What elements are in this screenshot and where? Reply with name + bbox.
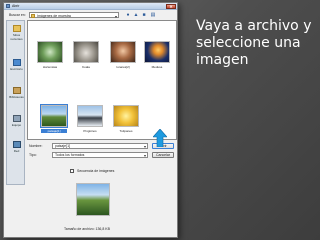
back-icon[interactable]: ● [125,12,131,18]
place-label: Sitios recientes [10,33,23,41]
network-icon [12,141,21,148]
place-label: Red [13,149,20,153]
dialog-titlebar[interactable]: Abrir ✕ [4,3,177,10]
computer-icon [12,115,21,122]
file-item[interactable]: Pingüinos [77,105,103,133]
dialog-title: Abrir [12,4,20,8]
sequence-checkbox-label: Secuencia de imágenes [76,169,115,173]
koala-image-icon [73,41,99,63]
file-name: Koala [82,65,90,69]
folder-icon [31,14,35,18]
place-recent[interactable]: Sitios recientes [7,25,26,41]
dialog-toolbar: Buscar en: Imágenes de muestra ▾ ● ▲ ■ ▤ [4,11,177,19]
file-name: paisaje[1] [41,129,67,133]
filename-value: paisaje[1] [55,144,70,148]
open-file-dialog: Abrir ✕ Buscar en: Imágenes de muestra ▾… [3,2,178,238]
place-label: Bibliotecas [9,95,24,99]
portrait-image-icon [110,41,136,63]
file-item[interactable]: Tulipanes [113,105,139,133]
chevron-down-icon: ▾ [114,13,117,19]
file-name: Pingüinos [83,129,97,133]
file-item-selected[interactable]: paisaje[1] [40,104,68,133]
chevron-down-icon: ▾ [143,144,146,149]
place-label: Equipo [11,123,22,127]
look-in-select[interactable]: Imágenes de muestra ▾ [29,12,119,19]
view-menu-icon[interactable]: ▤ [150,12,156,18]
place-desktop[interactable]: Escritorio [7,59,26,71]
new-folder-icon[interactable]: ■ [141,12,147,18]
place-network[interactable]: Red [7,141,26,153]
hint-arrow-icon [153,129,167,147]
tulips-image-icon [113,105,139,127]
sequence-checkbox[interactable] [70,169,74,174]
file-item[interactable]: Hortensias [37,41,63,69]
file-list[interactable]: Hortensias Koala lunares[2] Medusa paisa… [27,20,177,140]
jellyfish-image-icon [144,41,170,63]
instruction-caption: Vaya a archivo y seleccione una imagen [196,18,312,68]
sequence-checkbox-row[interactable]: Secuencia de imágenes [70,169,115,174]
recent-places-icon [12,25,21,32]
landscape-image-icon [40,104,68,128]
file-name: Medusa [151,65,163,69]
filetype-label: Tipo: [29,153,37,157]
desktop-icon [12,59,21,66]
close-button[interactable]: ✕ [166,3,176,9]
chevron-down-icon: ▾ [143,153,146,158]
flower-image-icon [37,41,63,63]
file-item[interactable]: Medusa [144,41,170,69]
file-item[interactable]: lunares[2] [110,41,136,69]
image-preview [76,183,110,216]
up-folder-icon[interactable]: ▲ [133,12,139,18]
app-icon [6,4,10,8]
look-in-label: Buscar en: [9,13,26,17]
filetype-value: Todos los formatos [55,153,85,157]
filename-label: Nombre: [29,144,43,148]
penguins-image-icon [77,105,103,127]
place-label: Escritorio [10,67,23,71]
cancel-button[interactable]: Cancelar [152,152,174,158]
filetype-select[interactable]: Todos los formatos ▾ [52,152,148,158]
filename-input[interactable]: paisaje[1] ▾ [52,143,148,149]
places-bar: Sitios recientes Escritorio Bibliotecas … [6,20,25,185]
file-name: Hortensias [42,65,58,69]
libraries-icon [12,87,21,94]
look-in-value: Imágenes de muestra [37,14,71,18]
file-name: Tulipanes [119,129,133,133]
file-size-text: Tamaño de archivo: 136,8 KB [64,227,110,231]
place-computer[interactable]: Equipo [7,115,26,127]
place-libraries[interactable]: Bibliotecas [7,87,26,99]
file-item[interactable]: Koala [73,41,99,69]
file-name: lunares[2] [116,65,130,69]
